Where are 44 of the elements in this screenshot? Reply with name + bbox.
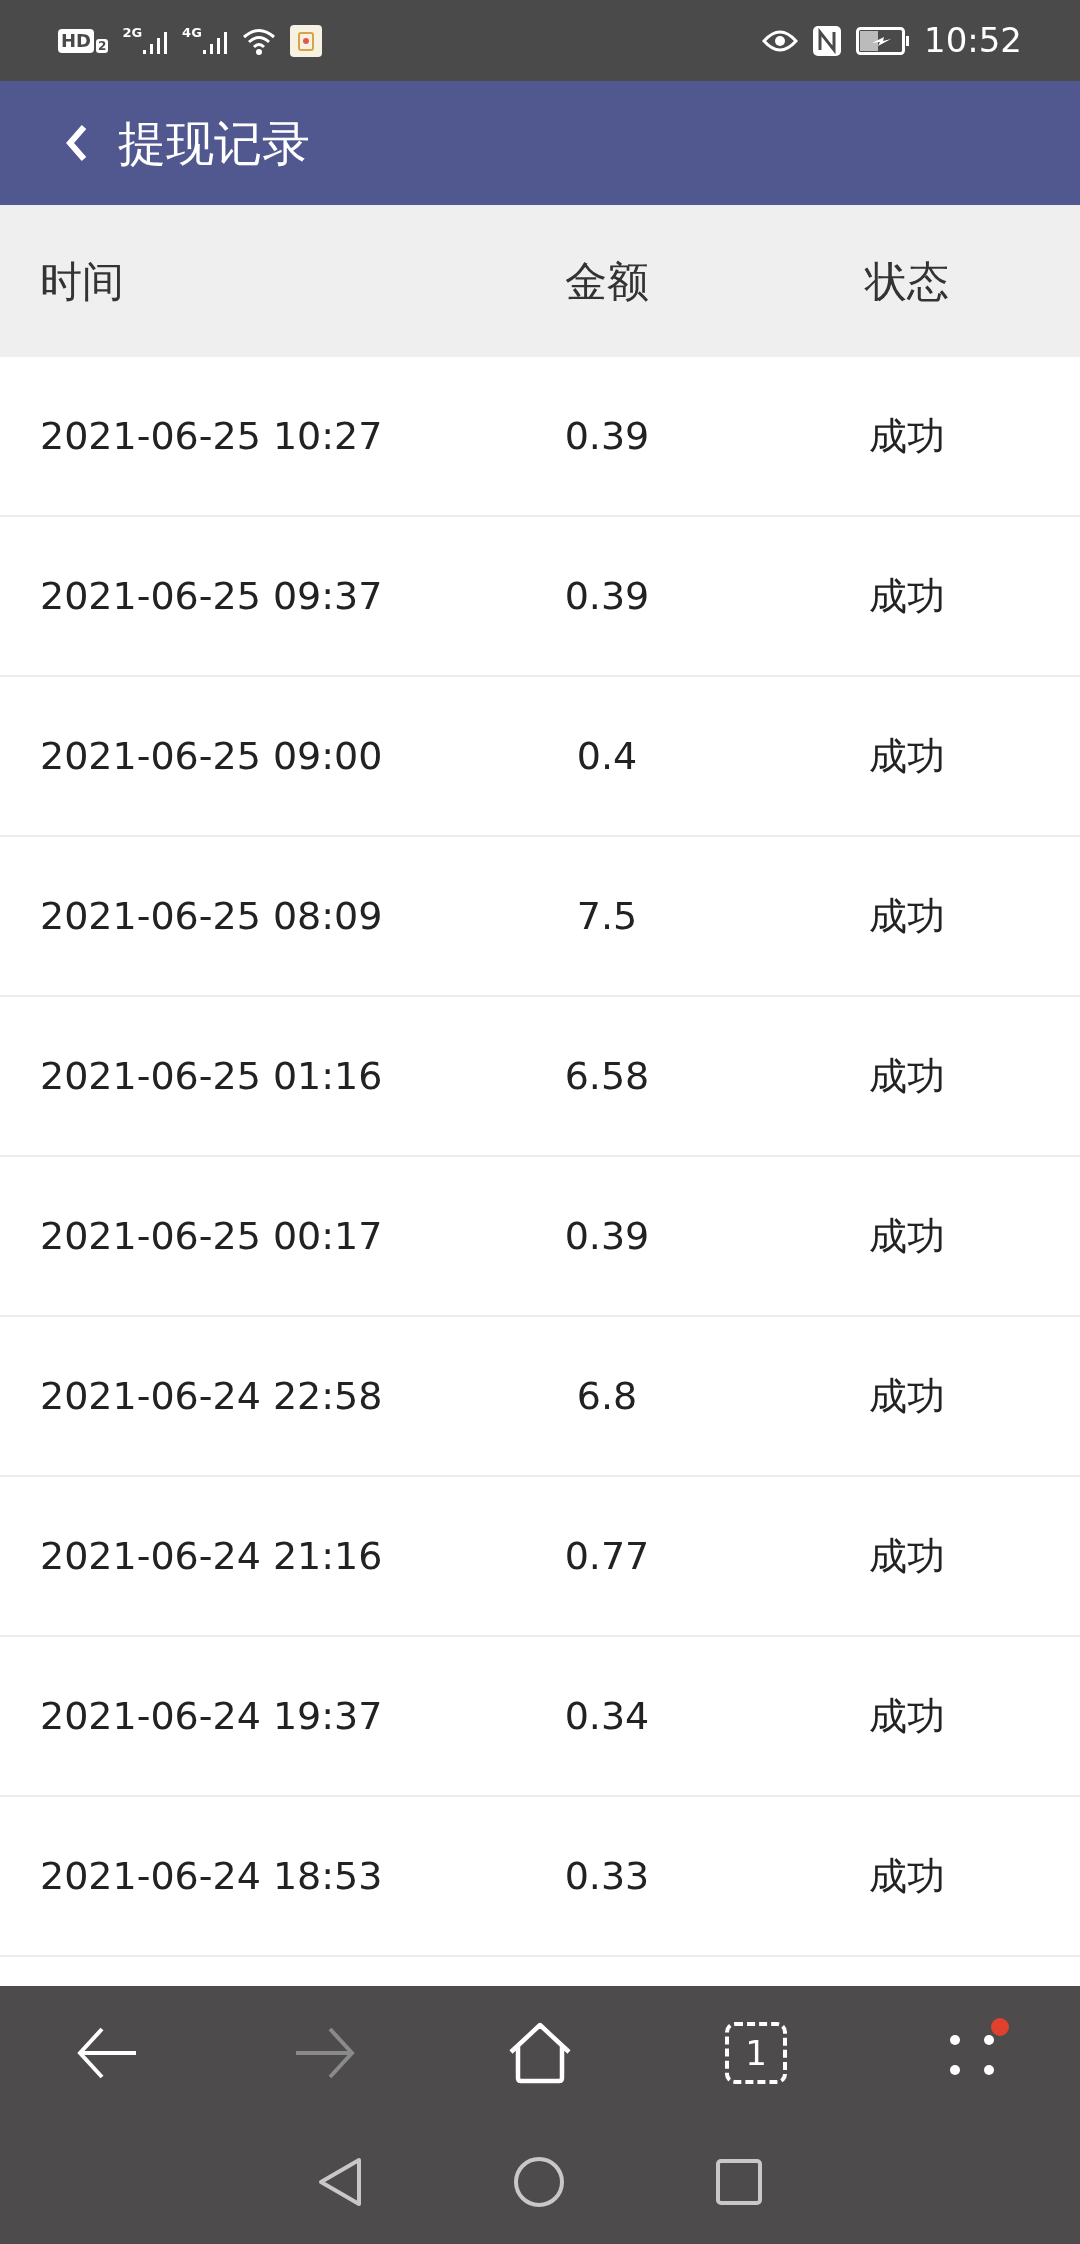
battery-icon: [856, 26, 910, 55]
table-cell-text: 0.39: [563, 412, 651, 460]
table-cell-text: 0.39: [563, 1212, 651, 1260]
column-header: 时间: [39, 255, 125, 308]
table-cell-text: 2021-06-24 19:37: [39, 1692, 384, 1740]
table-cell-text: 成功: [868, 1212, 946, 1260]
table-cell-text: 2021-06-25 10:27: [39, 412, 384, 460]
table-cell-text: 成功: [868, 1052, 946, 1100]
table-cell-text: 2021-06-25 08:09: [39, 892, 384, 940]
table-cell-text: 0.33: [563, 1852, 651, 1900]
table-cell-text: 成功: [868, 1372, 946, 1420]
table-cell-text: 成功: [868, 732, 946, 780]
page-title: 提现记录: [118, 114, 310, 173]
table-cell-text: 成功: [868, 572, 946, 620]
table-cell-text: 2021-06-25 09:00: [39, 732, 384, 780]
tabs-button[interactable]: 1: [725, 2022, 787, 2084]
table-cell-text: 2021-06-24 18:53: [39, 1852, 384, 1900]
back-nav-button[interactable]: [317, 2156, 363, 2208]
nfc-icon: [812, 24, 842, 57]
table-cell-text: 2021-06-25 01:16: [39, 1052, 384, 1100]
table-cell-text: 0.34: [563, 1692, 651, 1740]
table-cell-text: 2021-06-24 21:16: [39, 1532, 384, 1580]
table-cell-text: 成功: [868, 1532, 946, 1580]
table-cell-text: 7.5: [575, 892, 639, 940]
table-cell-text: 6.8: [575, 1372, 639, 1420]
table-cell-text: 0.77: [563, 1532, 651, 1580]
column-header: 金额: [564, 255, 650, 308]
table-cell-text: 成功: [868, 1852, 946, 1900]
wifi-icon: [241, 26, 276, 55]
clock-time: 10:52: [924, 19, 1022, 62]
recents-nav-button[interactable]: [715, 2158, 763, 2206]
app-icon: [289, 24, 322, 57]
column-header: 状态: [863, 255, 950, 308]
table-cell-text: 成功: [868, 1692, 946, 1740]
table-cell-text: 6.58: [563, 1052, 651, 1100]
table-cell-text: 0.39: [563, 572, 651, 620]
table-cell-text: 0.4: [575, 732, 639, 780]
table-cell-text: 2021-06-25 00:17: [39, 1212, 384, 1260]
table-cell-text: 成功: [868, 892, 946, 940]
table-cell-text: 2021-06-25 09:37: [39, 572, 384, 620]
eye-icon: [762, 28, 798, 53]
table-cell-text: 2021-06-24 22:58: [39, 1372, 384, 1420]
table-cell-text: 成功: [868, 412, 946, 460]
home-nav-button[interactable]: [513, 2156, 565, 2208]
